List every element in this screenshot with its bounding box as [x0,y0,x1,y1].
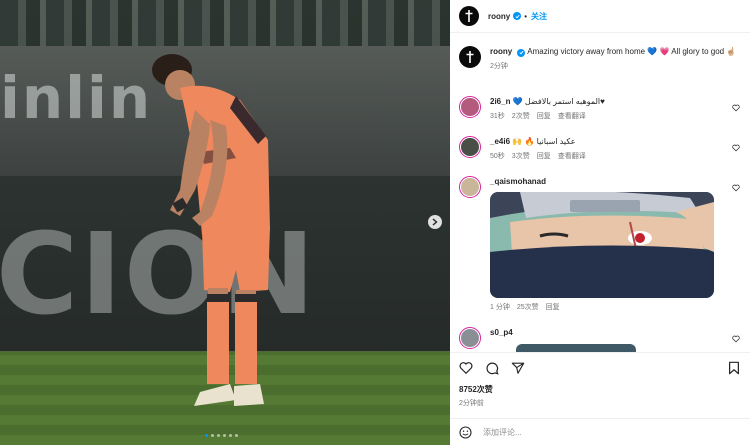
carousel-dot [223,434,226,437]
carousel-dot [205,434,208,437]
heart-icon[interactable] [459,361,473,375]
carousel-dot [229,434,232,437]
heart-icon[interactable] [732,335,740,343]
comment-username[interactable]: _e4i6 [490,137,510,146]
share-icon[interactable] [511,361,525,375]
comment-item: _e4i6 🙌 🔥 عكيد اسبانيا 50秒 3次赞 回复 查看翻译 [459,136,743,162]
media-next-button[interactable] [428,215,442,229]
comment-text: 💙 الموهبه استمر بالافضل♥ [512,97,605,106]
reply-button[interactable]: 回复 [537,151,551,162]
comment-input[interactable] [483,427,741,437]
comment-item: _qaismohanad 1 分钟 25次赞 回复 [459,176,743,313]
caption-row: roony Amazing victory away from home 💙 💗… [459,46,743,72]
carousel-dot [217,434,220,437]
banner-text-top: inlin [0,64,153,132]
avatar[interactable] [459,327,481,349]
avatar-image [461,178,479,196]
comment-text: 🙌 🔥 عكيد اسبانيا [512,137,576,146]
follow-button[interactable]: 关注 [531,11,547,22]
comments-list[interactable]: roony Amazing victory away from home 💙 💗… [450,34,750,352]
carousel-dots [205,434,238,437]
comment-item: s0_p4 [459,327,743,352]
post-side-panel: roony • 关注 roony Amazing victory away fr… [450,0,750,445]
translate-button[interactable]: 查看翻译 [558,111,586,122]
comment-image[interactable] [490,192,714,298]
avatar[interactable] [459,136,481,158]
post-actions: 8752次赞 2分钟前 [450,352,750,408]
avatar[interactable] [459,96,481,118]
translate-button[interactable]: 查看翻译 [558,151,586,162]
chevron-right-icon [432,218,438,226]
comment-image[interactable] [516,344,636,352]
like-count[interactable]: 8752次赞 [459,384,741,395]
author-username[interactable]: roony [488,12,510,21]
heart-icon[interactable] [732,144,740,152]
comment-bar [450,418,750,445]
caption-text: Amazing victory away from home 💙 💗 All g… [527,47,737,56]
cross-icon [466,51,474,63]
verified-icon [513,12,522,20]
reply-button[interactable]: 回复 [537,111,551,122]
player-figure [152,54,270,406]
post-time: 2分钟前 [459,400,484,407]
comment-icon[interactable] [485,361,499,375]
post-header: roony • 关注 [450,0,750,33]
caption-time: 2分钟 [490,63,508,70]
carousel-dot [211,434,214,437]
comment-username[interactable]: s0_p4 [490,328,513,337]
avatar-image [461,138,479,156]
comment-username[interactable]: 2i6_n [490,97,510,106]
avatar-image [461,98,479,116]
comment-likes[interactable]: 25次赞 [517,302,539,313]
comment-time: 50秒 [490,153,505,160]
bookmark-icon[interactable] [727,361,741,375]
heart-icon[interactable] [732,104,740,112]
avatar[interactable] [459,6,479,26]
cross-icon [465,10,473,22]
comment-likes[interactable]: 3次赞 [512,151,530,162]
caption-username[interactable]: roony [490,47,512,56]
avatar-image [461,329,479,347]
header-separator: • [524,11,528,21]
verified-icon [517,48,526,57]
heart-icon[interactable] [732,184,740,192]
comment-likes[interactable]: 2次赞 [512,111,530,122]
post-media[interactable]: inlin CION [0,0,450,445]
comment-username[interactable]: _qaismohanad [490,177,546,186]
comment-time: 31秒 [490,113,505,120]
reply-button[interactable]: 回复 [546,302,560,313]
carousel-dot [235,434,238,437]
avatar[interactable] [459,46,481,68]
comment-item: 2i6_n 💙 الموهبه استمر بالافضل♥ 31秒 2次赞 回… [459,96,743,122]
comment-time: 1 分钟 [490,304,510,311]
avatar[interactable] [459,176,481,198]
emoji-icon[interactable] [459,425,472,439]
